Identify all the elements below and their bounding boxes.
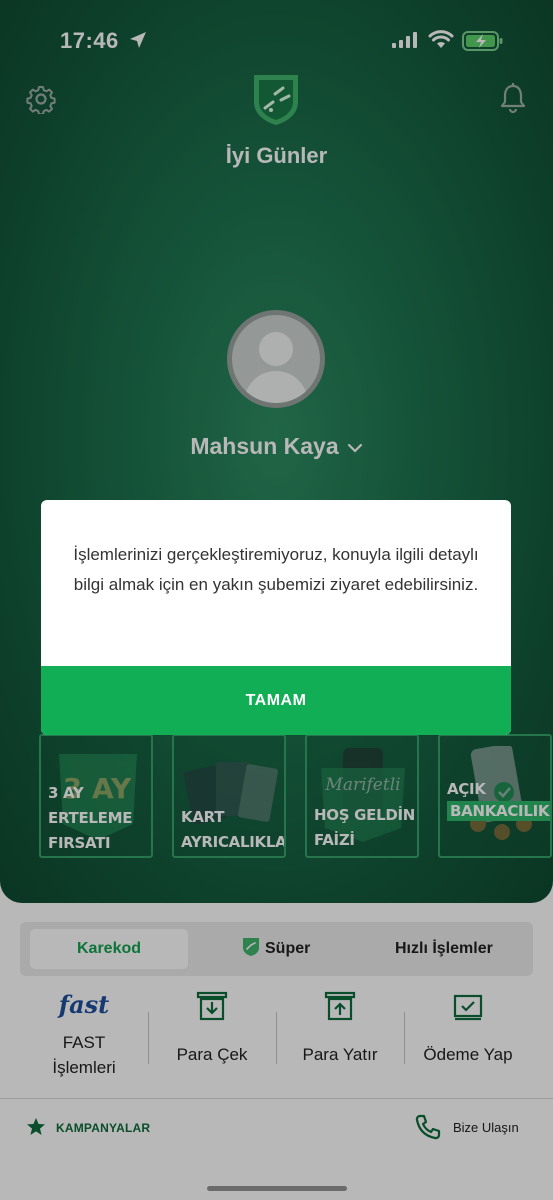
home-indicator[interactable]: [207, 1186, 347, 1191]
app-screen: 17:46 İyi Günler Mahsun Kaya 3 AY 3 AY E…: [0, 0, 553, 1200]
alert-dialog: İşlemlerinizi gerçekleştiremiyoruz, konu…: [41, 500, 511, 735]
alert-message: İşlemlerinizi gerçekleştiremiyoruz, konu…: [73, 545, 479, 594]
ok-button[interactable]: TAMAM: [41, 666, 511, 735]
